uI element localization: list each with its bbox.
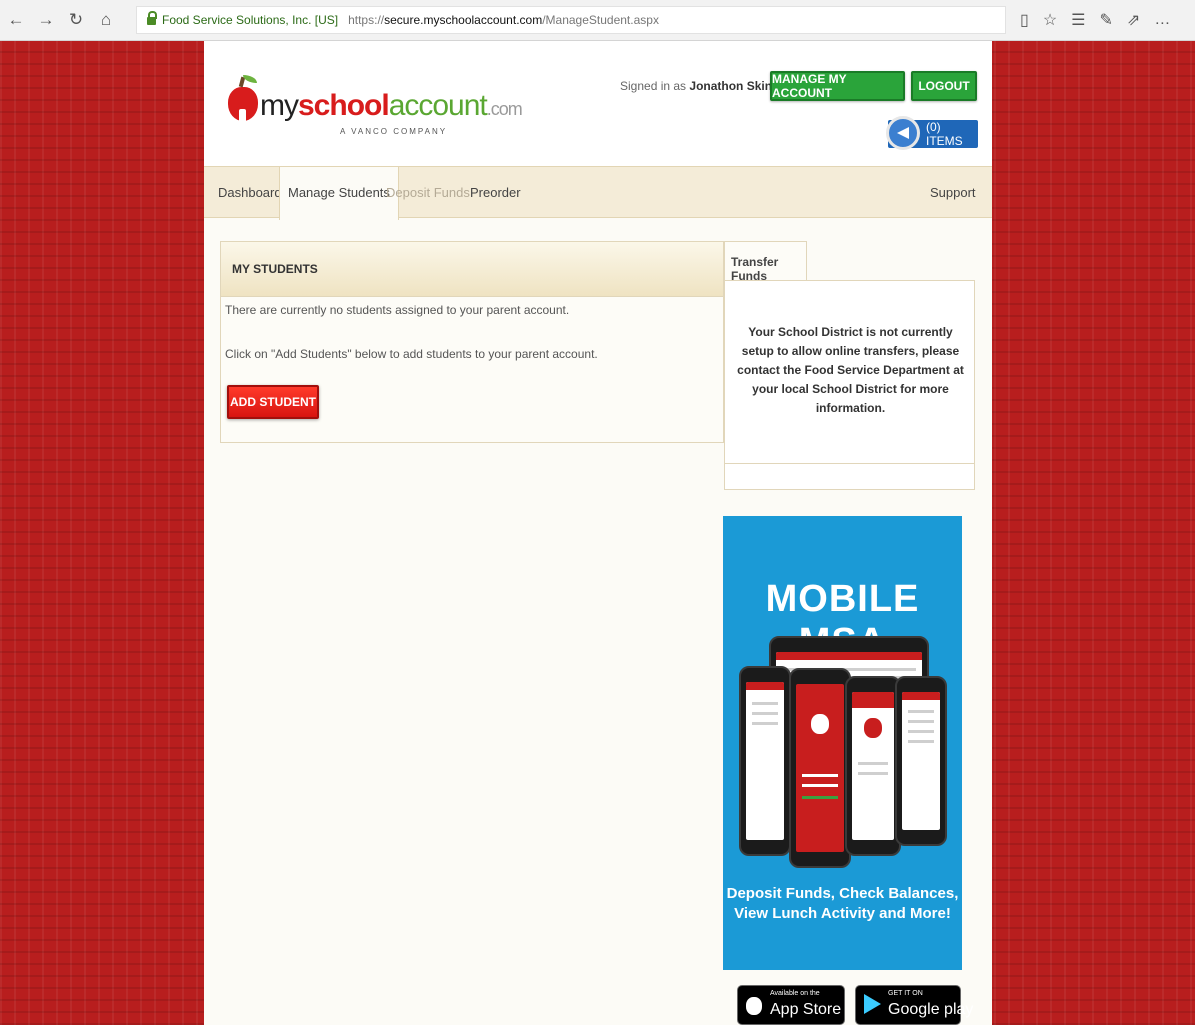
- browser-toolbar: ← → ↻ ⌂ Food Service Solutions, Inc. [US…: [0, 0, 1195, 41]
- favorites-hub-icon[interactable]: ☰: [1071, 10, 1085, 30]
- mobile-msa-ad[interactable]: MOBILE MSA Deposit Funds, Check Balances…: [723, 516, 962, 970]
- apple-logo-icon: [228, 87, 258, 127]
- cart-label: (0) ITEMS: [926, 120, 963, 148]
- add-student-button[interactable]: ADD STUDENT: [227, 385, 319, 419]
- add-students-instruction: Click on "Add Students" below to add stu…: [225, 347, 598, 361]
- url-path: /ManageStudent.aspx: [542, 13, 659, 27]
- tab-transfer-funds[interactable]: Transfer Funds: [724, 241, 807, 283]
- megaphone-icon: [886, 116, 920, 150]
- phone-image-right: [845, 676, 901, 856]
- url-host: secure.myschoolaccount.com: [384, 13, 543, 27]
- apple-icon: [746, 994, 764, 1016]
- more-icon[interactable]: …: [1154, 11, 1170, 29]
- divider: [725, 463, 974, 464]
- refresh-icon[interactable]: ↻: [62, 5, 90, 35]
- nav-preorder[interactable]: Preorder: [462, 167, 529, 219]
- reading-view-icon[interactable]: ▯: [1020, 10, 1029, 30]
- my-students-panel: MY STUDENTS There are currently no stude…: [220, 241, 724, 443]
- lock-icon: [147, 11, 157, 25]
- app-store-badge[interactable]: Available on the App Store: [737, 985, 845, 1025]
- logo-wordmark: myschoolaccount.com: [260, 89, 523, 122]
- signed-in-text: Signed in as Jonathon Skinner: [620, 79, 791, 93]
- home-icon[interactable]: ⌂: [92, 5, 120, 35]
- web-note-icon[interactable]: ✎: [1100, 10, 1113, 30]
- panel-title: MY STUDENTS: [221, 242, 723, 297]
- transfer-message: Your School District is not currently se…: [737, 325, 964, 415]
- address-bar[interactable]: Food Service Solutions, Inc. [US] https:…: [136, 6, 1006, 34]
- no-students-message: There are currently no students assigned…: [225, 303, 570, 317]
- share-icon[interactable]: ⇗: [1127, 10, 1140, 30]
- back-arrow-icon[interactable]: ←: [2, 5, 30, 35]
- logo-tagline: A VANCO COMPANY: [340, 127, 448, 136]
- page-content: myschoolaccount.com A VANCO COMPANY Sign…: [204, 41, 992, 1025]
- cart-button[interactable]: (0) ITEMS: [886, 116, 978, 150]
- main-nav: Dashboard Manage Students Deposit Funds …: [204, 166, 992, 220]
- transfer-funds-panel: Your School District is not currently se…: [724, 280, 975, 490]
- phone-image-center: [789, 668, 851, 868]
- site-header: myschoolaccount.com A VANCO COMPANY Sign…: [204, 41, 992, 166]
- nav-support[interactable]: Support: [922, 167, 984, 219]
- phone-image-left: [739, 666, 791, 856]
- browser-actions: ▯ ☆ ☰ ✎ ⇗ …: [1012, 6, 1192, 34]
- ad-caption: Deposit Funds, Check Balances, View Lunch…: [726, 885, 959, 922]
- phone-image-far-right: [895, 676, 947, 846]
- myschoolaccount-logo[interactable]: myschoolaccount.com A VANCO COMPANY: [228, 75, 523, 145]
- google-play-badge[interactable]: GET IT ON Google play: [855, 985, 973, 1025]
- manage-account-button[interactable]: MANAGE MY ACCOUNT: [770, 71, 905, 101]
- nav-dashboard[interactable]: Dashboard: [210, 167, 290, 219]
- favorite-star-icon[interactable]: ☆: [1043, 10, 1057, 30]
- url-prefix: https://: [348, 13, 385, 27]
- logout-button[interactable]: LOGOUT: [911, 71, 977, 101]
- site-identity[interactable]: Food Service Solutions, Inc. [US]: [162, 13, 338, 27]
- google-play-icon: [864, 994, 882, 1016]
- forward-arrow-icon[interactable]: →: [32, 5, 60, 35]
